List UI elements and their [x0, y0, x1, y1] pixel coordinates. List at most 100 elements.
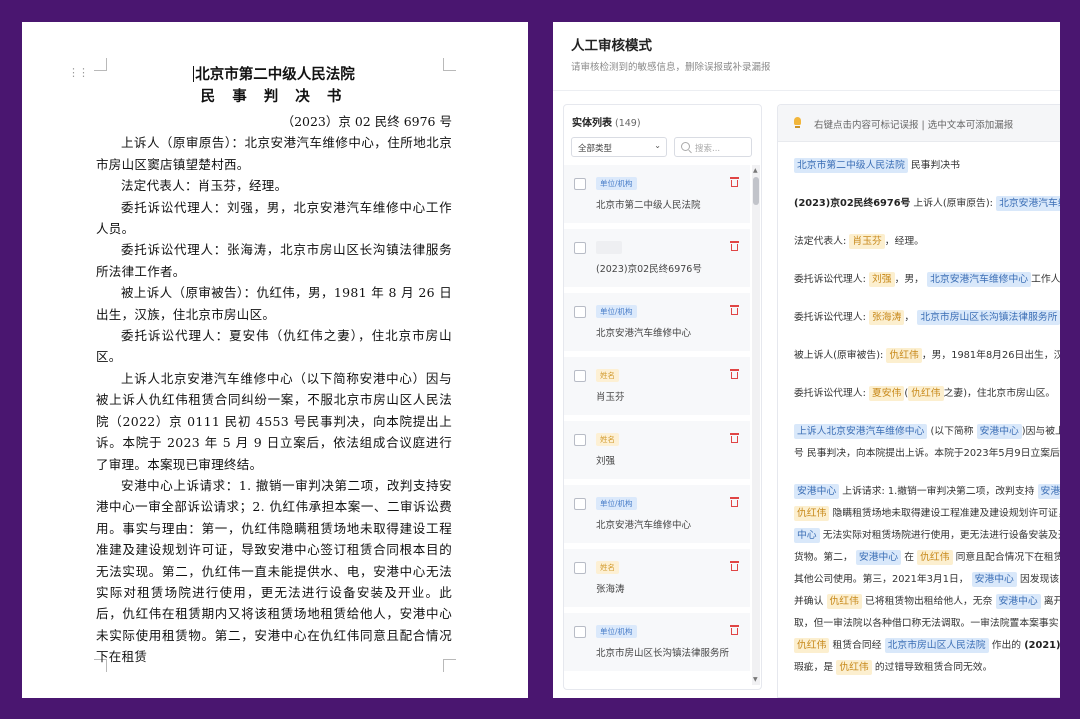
text-line: 安港中心 上诉请求: 1.撤销一审判决第二项，改判支持 安港中心: [794, 481, 1060, 503]
plain-text: ，: [904, 312, 918, 323]
person-entity-highlight[interactable]: 仇红伟: [886, 348, 922, 363]
trash-icon[interactable]: [730, 177, 739, 187]
entity-list-scrollbar[interactable]: ▲ ▼: [752, 165, 760, 685]
document-case-number: （2023）京 02 民终 6976 号: [281, 114, 452, 129]
hint-text: 右键点击内容可标记误报 | 选中文本可添加漏报: [814, 120, 1014, 131]
app-header: 人工审核模式 请审核检测到的敏感信息，删除误报或补录漏报: [571, 36, 771, 73]
text-line: 货物。第二， 安港中心 在 仇红伟 同意且配合情况下在租赁: [794, 547, 1060, 569]
plain-text: 隐瞒租赁场地未取得建设工程准建及建设规划许可证，导致: [832, 508, 1061, 519]
entity-checkbox[interactable]: [574, 370, 586, 382]
entity-text: 北京市房山区长沟镇法律服务所: [596, 648, 730, 659]
entity-list-item[interactable]: (2023)京02民终6976号: [564, 229, 750, 287]
judgment-document-page: ⋮⋮ 北京市第二中级人民法院 民 事 判 决 书 （2023）京 02 民终 6…: [22, 22, 528, 698]
entity-type-select[interactable]: 全部类型 ⌄: [571, 137, 667, 157]
org-entity-highlight[interactable]: 安港中心: [971, 572, 1017, 587]
text-line: (2023)京02民终6976号 上诉人(原审原告): 北京安港汽车维修中心: [794, 193, 1060, 215]
entity-type-tag: 单位/机构: [596, 625, 637, 638]
org-entity-highlight[interactable]: 安港中心: [855, 550, 902, 565]
entity-search-placeholder: 搜索...: [695, 144, 721, 154]
entity-checkbox[interactable]: [574, 306, 586, 318]
entity-text: 肖玉芬: [596, 392, 625, 403]
trash-icon[interactable]: [730, 369, 739, 379]
marked-document-text[interactable]: 北京市第二中级人民法院 民事判决书 (2023)京02民终6976号 上诉人(原审…: [794, 155, 1060, 679]
entity-list-item[interactable]: 单位/机构北京市房山区长沟镇法律服务所: [564, 613, 750, 671]
document-paragraph: 委托诉讼代理人：夏安伟（仇红伟之妻），住北京市房山区。: [96, 328, 452, 365]
drag-handle-icon[interactable]: ⋮⋮: [68, 66, 89, 79]
scroll-down-arrow-icon[interactable]: ▼: [753, 676, 758, 683]
entity-type-tag: [596, 241, 622, 254]
plain-text: 货物。第二，: [794, 552, 856, 563]
entity-list-item[interactable]: 单位/机构 北京安港汽车维修中心: [564, 293, 750, 351]
org-entity-highlight[interactable]: 安港中心: [1037, 484, 1060, 499]
plain-text: 法定代表人:: [794, 236, 850, 247]
plain-text: 因发现该: [1016, 574, 1060, 585]
person-entity-highlight[interactable]: 仇红伟: [794, 638, 830, 653]
entity-list-item[interactable]: 单位/机构 北京市第二中级人民法院: [564, 165, 750, 223]
entity-text: 北京安港汽车维修中心: [596, 328, 692, 339]
document-paragraph: 委托诉讼代理人：刘强，男，北京安港汽车维修中心工作人员。: [96, 199, 452, 237]
person-entity-highlight[interactable]: 刘强: [869, 272, 895, 287]
trash-icon[interactable]: [730, 625, 739, 635]
entity-checkbox[interactable]: [574, 178, 586, 190]
person-entity-highlight[interactable]: 仇红伟: [794, 506, 830, 521]
entity-checkbox[interactable]: [574, 242, 586, 254]
entity-list-item[interactable]: 姓名 刘强: [564, 421, 750, 479]
org-entity-highlight[interactable]: 上诉人北京安港汽车维修中心: [794, 424, 928, 439]
plain-text: 作出的: [988, 640, 1025, 651]
person-entity-highlight[interactable]: 夏安伟: [869, 386, 905, 401]
entity-text: 刘强: [596, 456, 616, 467]
trash-icon[interactable]: [730, 497, 739, 507]
org-entity-highlight[interactable]: 安港中心: [794, 484, 840, 499]
trash-icon[interactable]: [730, 433, 739, 443]
entity-checkbox[interactable]: [574, 562, 586, 574]
entity-text: 张海涛: [596, 584, 625, 595]
entity-type-tag: 单位/机构: [596, 497, 637, 510]
plain-text: 无法实际对租赁场院进行使用，更无法进行设备安装及开业。: [822, 530, 1060, 541]
person-entity-highlight[interactable]: 仇红伟: [826, 594, 862, 609]
entity-search-input[interactable]: 搜索...: [674, 137, 752, 157]
plain-text: 上诉请求: 1.撤销一审判决第二项，改判支持: [839, 486, 1038, 497]
entity-checkbox[interactable]: [574, 498, 586, 510]
trash-icon[interactable]: [730, 561, 739, 571]
person-entity-highlight[interactable]: 仇红伟: [908, 386, 944, 401]
plain-text: 被上诉人(原审被告):: [794, 350, 887, 361]
app-title: 人工审核模式: [571, 38, 652, 54]
plain-text: 瑕疵，是: [794, 662, 837, 673]
entity-text: (2023)京02民终6976号: [596, 264, 702, 275]
entity-list-item[interactable]: 单位/机构 北京安港汽车维修中心: [564, 485, 750, 543]
person-entity-highlight[interactable]: 张海涛: [869, 310, 905, 325]
document-body[interactable]: 北京市第二中级人民法院 民 事 判 决 书 （2023）京 02 民终 6976…: [96, 64, 452, 668]
org-entity-highlight[interactable]: 北京安港汽车维修中心: [996, 196, 1060, 211]
entity-list-item[interactable]: 姓名 张海涛: [564, 549, 750, 607]
org-entity-highlight[interactable]: 安港中心: [976, 424, 1022, 439]
entity-checkbox[interactable]: [574, 626, 586, 638]
entity-checkbox[interactable]: [574, 434, 586, 446]
org-entity-highlight[interactable]: 中心: [794, 528, 820, 543]
trash-icon[interactable]: [730, 305, 739, 315]
plain-text: 号 民事判决，向本院提出上诉。本院于2023年5月9日立案后: [794, 448, 1060, 459]
entity-list-item[interactable]: 姓名 肖玉芬: [564, 357, 750, 415]
org-entity-highlight[interactable]: 北京市房山区人民法院: [884, 638, 989, 653]
trash-icon[interactable]: [730, 241, 739, 251]
plain-text: 并确认: [794, 596, 827, 607]
person-entity-highlight[interactable]: 肖玉芬: [849, 234, 885, 249]
document-paragraph: 被上诉人（原审被告）：仇红伟，男，1981 年 8 月 26 日出生，汉族，住北…: [96, 285, 452, 322]
entity-type-tag: 姓名: [596, 369, 619, 382]
person-entity-highlight[interactable]: 仇红伟: [917, 550, 953, 565]
plain-text: 委托诉讼代理人:: [794, 388, 869, 399]
scroll-up-arrow-icon[interactable]: ▲: [753, 167, 758, 174]
text-line: 取，但一审法院以各种借口称无法调取。一审法院置本案事实: [794, 613, 1060, 635]
org-entity-highlight[interactable]: 北京市第二中级人民法院: [794, 158, 908, 173]
entity-type-tag: 姓名: [596, 433, 619, 446]
org-entity-highlight[interactable]: 北京安港汽车维修中心: [927, 272, 1032, 287]
org-entity-highlight[interactable]: 安港中心: [995, 594, 1041, 609]
scroll-thumb[interactable]: [753, 177, 759, 205]
plain-text: (以下简称: [927, 426, 977, 437]
entity-type-tag: 姓名: [596, 561, 619, 574]
person-entity-highlight[interactable]: 仇红伟: [836, 660, 872, 675]
org-entity-highlight[interactable]: 北京市房山区长沟镇法律服务所: [917, 310, 1060, 325]
